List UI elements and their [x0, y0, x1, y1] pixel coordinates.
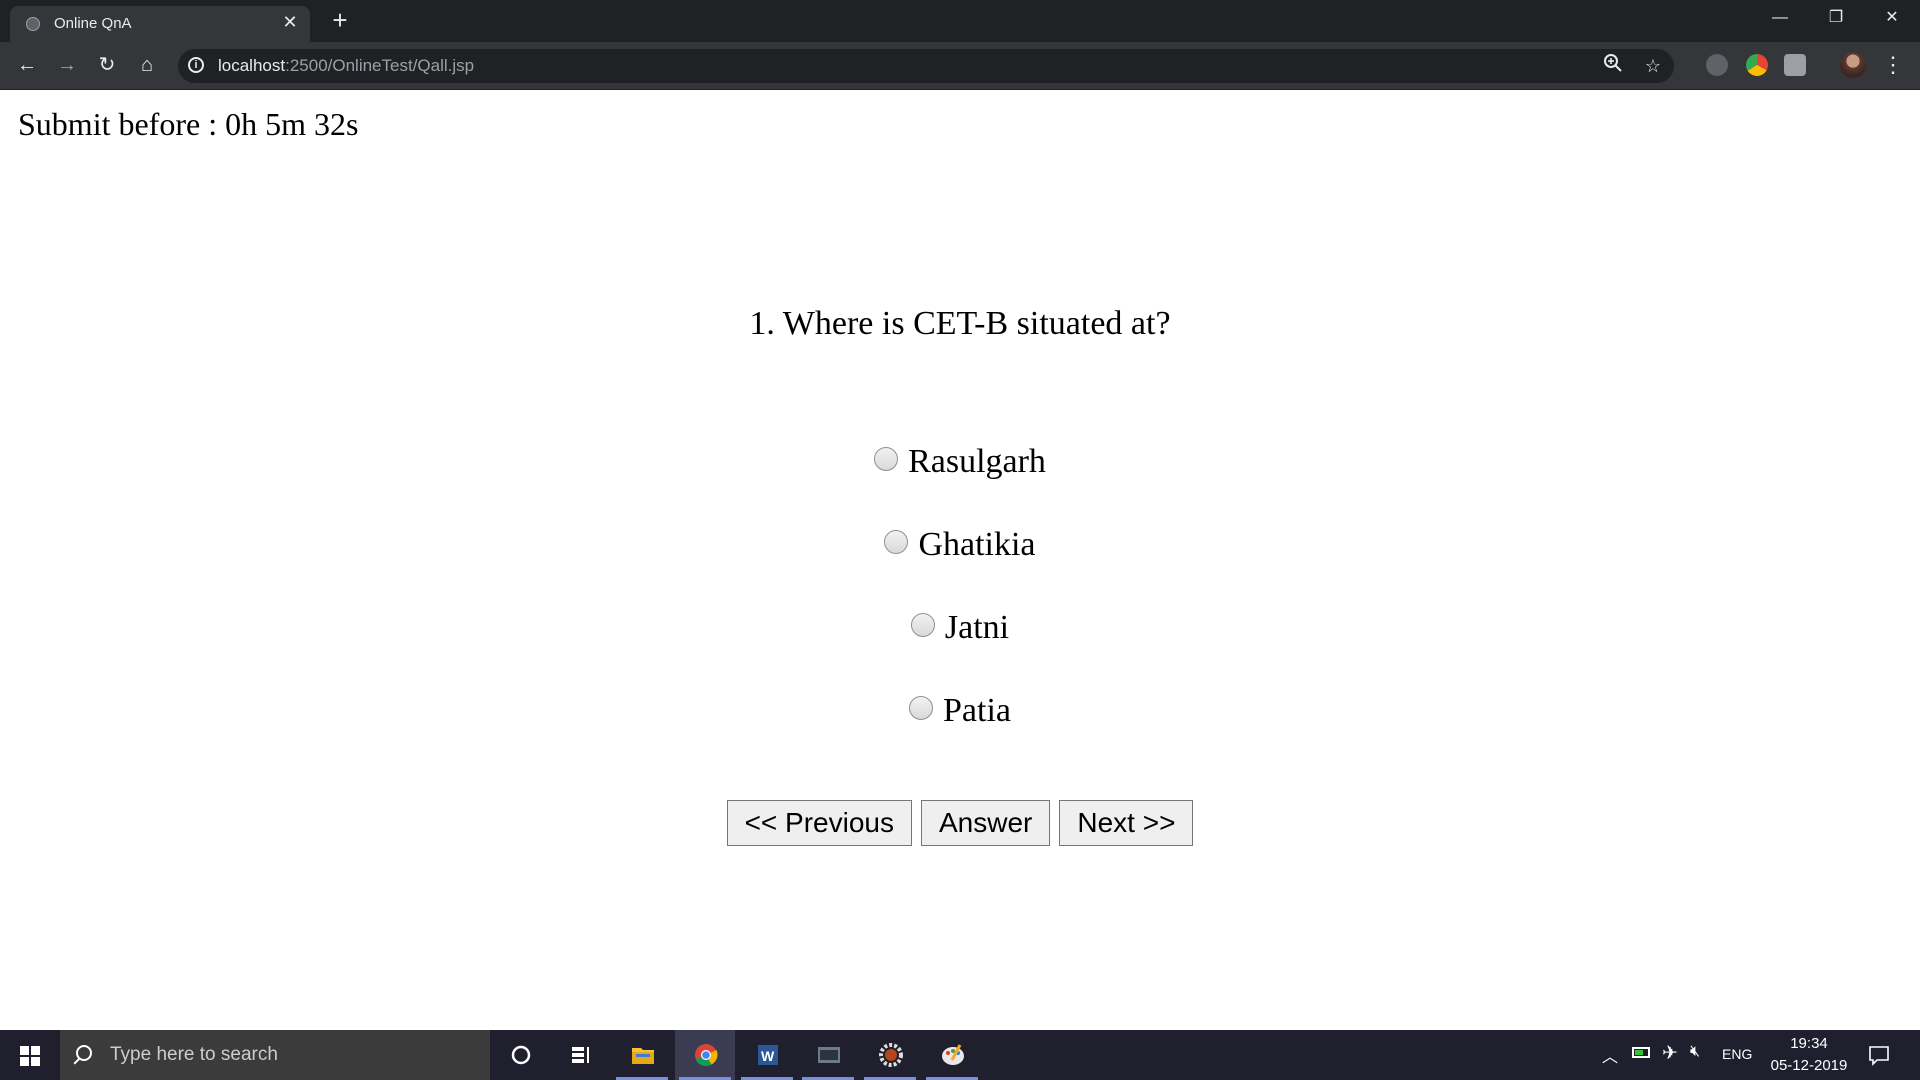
taskbar: Type here to search W ︿ ✈ 🔇︎ ENG 19:34 0…: [0, 1030, 1920, 1080]
word-icon: W: [758, 1045, 778, 1065]
zoom-icon[interactable]: [1600, 53, 1626, 79]
show-hidden-icons-chevron-icon[interactable]: ︿: [1602, 1043, 1618, 1067]
url-path: :2500/OnlineTest/Qall.jsp: [285, 56, 475, 75]
answer-button[interactable]: Answer: [920, 800, 1051, 846]
settings-app[interactable]: [860, 1030, 920, 1080]
folder-icon: [632, 1048, 654, 1064]
option-label: Patia: [943, 691, 1011, 729]
clock-date[interactable]: 05-12-2019: [1766, 1057, 1852, 1074]
option-label: Jatni: [944, 608, 1010, 646]
radio-button[interactable]: [909, 695, 933, 720]
forward-arrow-icon[interactable]: →: [53, 51, 81, 79]
windows-logo-icon: [20, 1046, 40, 1066]
chrome-app[interactable]: [675, 1030, 735, 1080]
next-button[interactable]: Next >>: [1059, 800, 1194, 846]
extension-color-icon[interactable]: [1746, 54, 1768, 76]
radio-button[interactable]: [874, 446, 899, 471]
previous-button[interactable]: << Previous: [726, 800, 912, 846]
minimize-button[interactable]: —: [1752, 0, 1808, 36]
start-button[interactable]: [0, 1030, 60, 1080]
task-view-button[interactable]: [550, 1030, 610, 1080]
task-view-icon: [572, 1047, 589, 1063]
svg-text:W: W: [761, 1048, 775, 1064]
new-tab-button[interactable]: +: [326, 6, 354, 34]
option-item[interactable]: Rasulgarh: [0, 420, 1920, 503]
countdown-timer: Submit before : 0h 5m 32s: [18, 106, 359, 142]
taskbar-search[interactable]: Type here to search: [60, 1030, 490, 1080]
url-host: localhost: [218, 56, 286, 75]
navigation-buttons: << Previous Answer Next >>: [0, 800, 1920, 846]
battery-icon[interactable]: [1632, 1047, 1650, 1058]
address-bar[interactable]: i localhost:2500/OnlineTest/Qall.jsp ☆: [178, 49, 1674, 83]
notification-center-icon[interactable]: [1868, 1044, 1890, 1066]
terminal-app[interactable]: [798, 1030, 858, 1080]
clock-time[interactable]: 19:34: [1776, 1035, 1842, 1052]
cortana-button[interactable]: [490, 1030, 550, 1080]
language-indicator[interactable]: ENG: [1722, 1046, 1752, 1062]
volume-muted-icon[interactable]: 🔇︎: [1690, 1043, 1700, 1061]
search-icon: [76, 1045, 92, 1061]
option-item[interactable]: Jatni: [0, 586, 1920, 669]
gear-icon: [879, 1043, 903, 1067]
file-explorer-app[interactable]: [612, 1030, 672, 1080]
extension-lightbulb-icon[interactable]: [1706, 54, 1728, 76]
browser-menu-icon[interactable]: ⋮: [1882, 51, 1904, 79]
url-text[interactable]: localhost:2500/OnlineTest/Qall.jsp: [218, 56, 474, 76]
close-window-button[interactable]: ✕: [1864, 0, 1920, 36]
cortana-circle-icon: [511, 1045, 531, 1065]
answer-options: Rasulgarh Ghatikia Jatni Patia: [0, 420, 1920, 752]
tab-close-icon[interactable]: ✕: [280, 12, 300, 32]
browser-toolbar: ← → ↻ ⌂ i localhost:2500/OnlineTest/Qall…: [0, 42, 1920, 90]
back-arrow-icon[interactable]: ←: [13, 51, 41, 79]
battery-level: [1635, 1050, 1643, 1055]
tab-title: Online QnA: [54, 15, 132, 32]
browser-titlebar: Online QnA ✕ + — ❐ ✕: [0, 0, 1920, 42]
chrome-icon: [695, 1044, 718, 1067]
extension-shield-icon[interactable]: [1784, 54, 1806, 76]
radio-button[interactable]: [884, 529, 909, 554]
reload-icon[interactable]: ↻: [93, 51, 121, 79]
airplane-mode-icon[interactable]: ✈: [1662, 1042, 1678, 1065]
home-icon[interactable]: ⌂: [133, 51, 161, 79]
browser-tab[interactable]: Online QnA ✕: [10, 6, 310, 42]
palette-icon: [942, 1044, 964, 1065]
option-item[interactable]: Ghatikia: [0, 503, 1920, 586]
word-app[interactable]: W: [737, 1030, 797, 1080]
search-placeholder: Type here to search: [110, 1044, 278, 1065]
radio-button[interactable]: [910, 612, 935, 637]
terminal-icon: [818, 1047, 840, 1063]
info-icon[interactable]: i: [188, 57, 204, 73]
maximize-button[interactable]: ❐: [1808, 0, 1864, 36]
globe-icon: [26, 17, 40, 31]
option-label: Rasulgarh: [908, 442, 1046, 480]
option-item[interactable]: Patia: [0, 669, 1920, 752]
question-text: 1. Where is CET-B situated at?: [749, 305, 1171, 342]
paint-app[interactable]: [922, 1030, 982, 1080]
option-label: Ghatikia: [918, 525, 1036, 563]
bookmark-star-icon[interactable]: ☆: [1640, 53, 1666, 79]
profile-avatar[interactable]: [1840, 52, 1866, 78]
